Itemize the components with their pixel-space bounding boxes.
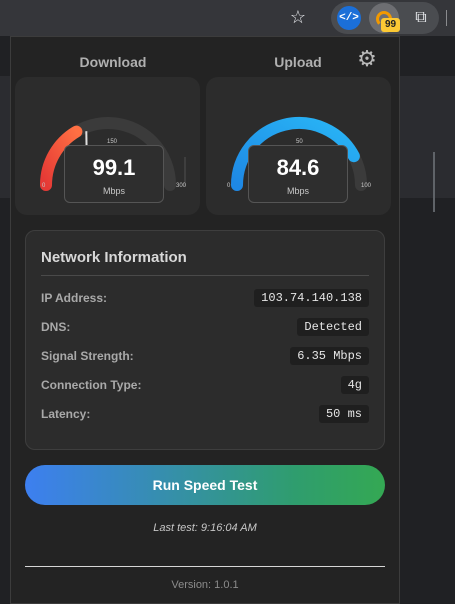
upload-label: Upload <box>274 54 322 70</box>
run-speed-test-button[interactable]: Run Speed Test <box>25 465 385 505</box>
download-speed-unit: Mbps <box>102 186 125 196</box>
info-label: IP Address: <box>41 291 108 305</box>
toolbar-divider <box>446 10 447 26</box>
upload-gauge: 0 50 100 84.6 Mbps <box>206 77 391 215</box>
upload-min-tick: 0 <box>227 183 231 189</box>
version-label: Version: 1.0.1 <box>171 579 239 591</box>
divider <box>41 275 369 276</box>
dev-tools-extension-icon[interactable]: </> <box>337 6 361 30</box>
info-label: Signal Strength: <box>41 349 134 363</box>
speed-test-popup: Download Upload ⚙ 0 150 300 99.1 Mbps 0 … <box>10 36 400 604</box>
download-label: Download <box>79 54 147 70</box>
info-row-signal: Signal Strength: 6.35 Mbps <box>41 347 369 367</box>
info-value: 4g <box>340 376 369 394</box>
info-label: Latency: <box>41 407 91 421</box>
network-info-title: Network Information <box>41 249 187 266</box>
info-value: 103.74.140.138 <box>254 289 369 307</box>
network-info-card: Network Information IP Address: 103.74.1… <box>25 230 385 450</box>
download-readout: 99.1 Mbps <box>64 145 164 203</box>
info-value: 50 ms <box>318 405 369 423</box>
info-label: Connection Type: <box>41 378 142 392</box>
upload-readout: 84.6 Mbps <box>248 145 348 203</box>
info-label: DNS: <box>41 320 71 334</box>
upload-speed-unit: Mbps <box>286 186 309 196</box>
info-row-connection: Connection Type: 4g <box>41 376 369 396</box>
browser-toolbar: ☆ </> 99 ⧉ <box>0 0 455 36</box>
info-value: 6.35 Mbps <box>290 347 369 365</box>
upload-speed-value: 84.6 <box>276 155 320 180</box>
gear-icon[interactable]: ⚙ <box>355 47 379 71</box>
download-max-tick: 300 <box>176 183 187 189</box>
upload-max-tick: 100 <box>361 183 372 189</box>
star-icon[interactable]: ☆ <box>288 7 308 27</box>
last-test-time: Last test: 9:16:04 AM <box>153 522 257 534</box>
download-gauge: 0 150 300 99.1 Mbps <box>15 77 200 215</box>
download-speed-value: 99.1 <box>92 155 136 180</box>
download-min-tick: 0 <box>42 183 46 189</box>
page-background-right <box>399 36 455 604</box>
extensions-area: </> 99 ⧉ <box>331 2 439 34</box>
info-row-latency: Latency: 50 ms <box>41 405 369 425</box>
page-scrollbar[interactable] <box>433 152 435 212</box>
extension-badge: 99 <box>381 18 400 32</box>
info-value: Detected <box>297 318 369 336</box>
info-row-dns: DNS: Detected <box>41 318 369 338</box>
info-row-ip: IP Address: 103.74.140.138 <box>41 289 369 309</box>
footer-divider <box>25 566 385 567</box>
speed-test-extension-icon[interactable]: 99 <box>369 3 400 33</box>
puzzle-icon[interactable]: ⧉ <box>409 6 433 30</box>
